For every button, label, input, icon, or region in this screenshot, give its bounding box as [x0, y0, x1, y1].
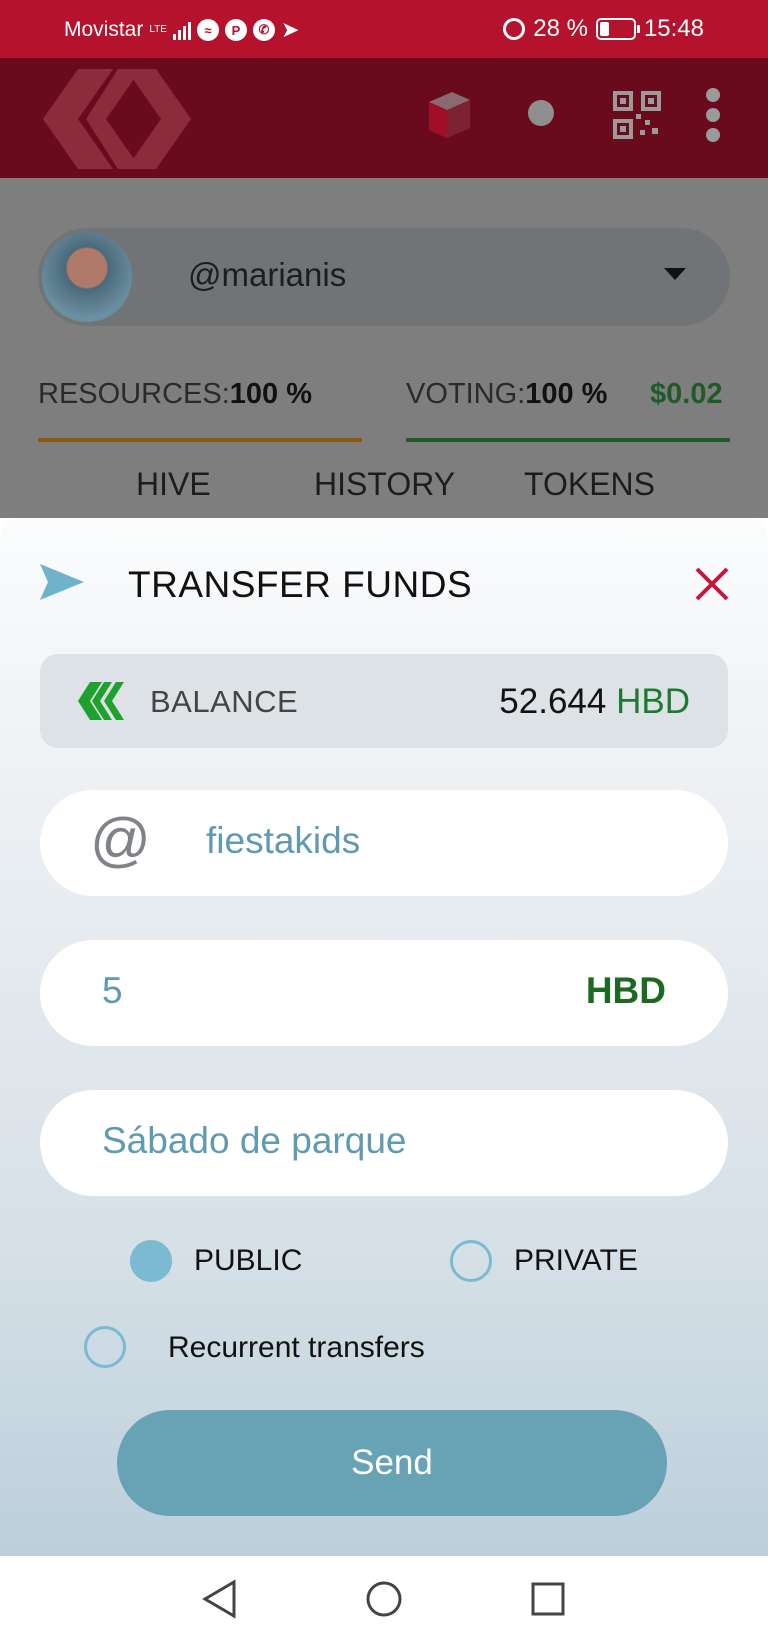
currency-selector[interactable]: HBD [586, 970, 666, 1012]
resources-label: RESOURCES: [38, 378, 230, 410]
hive-logo [43, 69, 191, 169]
balance-unit: HBD [616, 682, 690, 721]
at-icon: @ [90, 806, 151, 873]
whatsapp-icon: ✆ [252, 19, 275, 41]
voting-label: VOTING: [406, 378, 526, 410]
resources-value: 100 % [229, 378, 312, 410]
private-label[interactable]: PRIVATE [514, 1244, 638, 1278]
public-label[interactable]: PUBLIC [194, 1244, 302, 1278]
qr-code-icon[interactable] [612, 90, 662, 140]
amount-field[interactable]: 5 HBD [40, 940, 728, 1046]
resources-meter: RESOURCES:100 % [38, 378, 312, 411]
voting-meter: VOTING:100 % [406, 378, 607, 411]
back-icon[interactable] [200, 1578, 240, 1620]
alarm-icon [503, 18, 526, 40]
home-icon[interactable] [364, 1578, 404, 1620]
tab-history[interactable]: HISTORY [314, 466, 455, 503]
messenger-icon: ≈ [196, 19, 219, 41]
private-radio[interactable] [450, 1240, 492, 1282]
public-radio[interactable] [130, 1240, 172, 1282]
network-type: LTE [149, 24, 167, 35]
account-selector[interactable]: @marianis [38, 228, 730, 326]
balance-value: 52.644 HBD [499, 682, 690, 722]
tab-hive[interactable]: HIVE [136, 466, 211, 503]
recipient-input[interactable]: fiestakids [206, 820, 360, 862]
voting-dollar: $0.02 [650, 378, 723, 410]
clock: 15:48 [643, 15, 704, 42]
voting-value: 100 % [525, 378, 608, 410]
recipient-field[interactable]: @ fiestakids [40, 790, 728, 896]
recurrent-toggle[interactable] [84, 1326, 126, 1368]
send-icon [40, 564, 84, 600]
package-icon[interactable] [424, 88, 474, 140]
memo-field[interactable]: Sábado de parque [40, 1090, 728, 1196]
recents-icon[interactable] [528, 1578, 568, 1620]
system-nav-bar [0, 1556, 768, 1644]
status-right: 28 % 15:48 [503, 15, 704, 43]
voting-bar [406, 438, 730, 442]
status-bar: Movistar LTE ≈ P ✆ ➤ 28 % 15:48 [0, 0, 768, 58]
resources-bar [38, 438, 362, 442]
memo-input[interactable]: Sábado de parque [102, 1120, 407, 1162]
amount-input[interactable]: 5 [102, 970, 123, 1012]
tab-tokens[interactable]: TOKENS [524, 466, 655, 503]
sheet-title: TRANSFER FUNDS [128, 564, 473, 605]
balance-label: BALANCE [150, 684, 299, 719]
status-left: Movistar LTE ≈ P ✆ ➤ [64, 17, 299, 43]
battery-level [599, 22, 609, 36]
telegram-icon: ➤ [280, 17, 300, 42]
more-vert-icon[interactable] [706, 88, 720, 142]
wallet-background: @marianis RESOURCES:100 % VOTING:100 % $… [0, 178, 768, 518]
signal-icon [172, 20, 191, 40]
account-name: @marianis [188, 256, 347, 293]
caret-down-icon [664, 268, 686, 280]
balance-amount: 52.644 [499, 682, 607, 721]
pinterest-icon: P [224, 19, 247, 41]
battery-icon [595, 18, 640, 40]
hbd-icon [78, 682, 124, 720]
battery-percent: 28 % [533, 15, 588, 42]
recurrent-label[interactable]: Recurrent transfers [168, 1331, 425, 1365]
circle-icon[interactable] [528, 100, 554, 126]
transfer-sheet: TRANSFER FUNDS BALANCE 52.644 HBD @ fies… [0, 518, 768, 1556]
close-icon[interactable] [692, 564, 732, 604]
balance-card: BALANCE 52.644 HBD [40, 654, 728, 748]
avatar [42, 232, 132, 322]
send-button[interactable]: Send [117, 1410, 667, 1516]
carrier-name: Movistar [64, 18, 144, 41]
app-header [0, 58, 768, 178]
